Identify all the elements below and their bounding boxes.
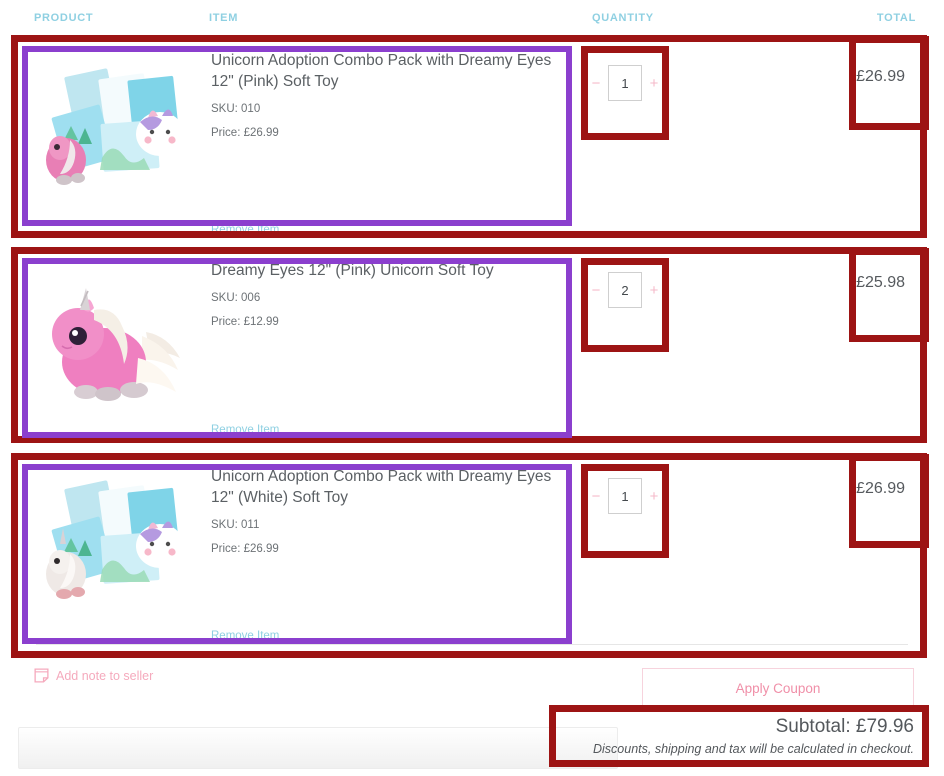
quantity-decrement-button[interactable]: − <box>591 76 601 91</box>
quantity-decrement-button[interactable]: − <box>591 283 601 298</box>
quantity-decrement-button[interactable]: − <box>591 489 601 504</box>
row-divider <box>36 644 908 645</box>
quantity-input[interactable]: 1 <box>608 478 642 514</box>
item-sku: SKU: 011 <box>211 519 260 531</box>
quantity-input[interactable]: 1 <box>608 65 642 101</box>
product-thumbnail[interactable] <box>36 48 196 206</box>
item-details: Unicorn Adoption Combo Pack with Dreamy … <box>211 466 561 566</box>
cart-page: PRODUCT ITEM QUANTITY TOTAL Unicorn Adop… <box>0 0 944 776</box>
remove-item-link[interactable]: Remove Item <box>211 424 279 436</box>
subtotal-note: Discounts, shipping and tax will be calc… <box>592 742 914 756</box>
column-header-item: ITEM <box>209 12 239 24</box>
item-sku: SKU: 010 <box>211 103 261 115</box>
product-thumbnail[interactable] <box>36 258 196 416</box>
item-title: Unicorn Adoption Combo Pack with Dreamy … <box>211 52 552 90</box>
item-title: Unicorn Adoption Combo Pack with Dreamy … <box>211 468 552 506</box>
row-total: £26.99 <box>856 480 905 497</box>
quantity-stepper[interactable]: − 2 + <box>591 272 659 308</box>
remove-item-link[interactable]: Remove Item <box>211 224 279 236</box>
note-icon <box>34 668 49 683</box>
column-header-quantity: QUANTITY <box>592 12 654 24</box>
item-title: Dreamy Eyes 12" (Pink) Unicorn Soft Toy <box>211 262 494 279</box>
note-textarea[interactable] <box>18 727 618 769</box>
subtotal-amount: Subtotal: £79.96 <box>775 716 914 737</box>
add-note-label: Add note to seller <box>56 668 154 683</box>
item-price: Price: £12.99 <box>211 316 279 328</box>
subtotal-block: Subtotal: £79.96 Discounts, shipping and… <box>593 715 914 759</box>
row-divider <box>36 237 908 238</box>
quantity-increment-button[interactable]: + <box>649 76 659 91</box>
item-price: Price: £26.99 <box>211 543 279 555</box>
quantity-stepper[interactable]: − 1 + <box>591 65 659 101</box>
add-note-to-seller-button[interactable]: Add note to seller <box>34 668 153 683</box>
column-header-product: PRODUCT <box>34 12 94 24</box>
apply-coupon-button[interactable]: Apply Coupon <box>642 668 914 708</box>
item-details: Dreamy Eyes 12" (Pink) Unicorn Soft Toy … <box>211 260 561 339</box>
quantity-stepper[interactable]: − 1 + <box>591 478 659 514</box>
table-row: Unicorn Adoption Combo Pack with Dreamy … <box>18 36 926 241</box>
table-row: Unicorn Adoption Combo Pack with Dreamy … <box>18 452 926 650</box>
row-total: £25.98 <box>856 274 905 291</box>
item-price: Price: £26.99 <box>211 127 279 139</box>
row-divider <box>36 438 908 439</box>
quantity-increment-button[interactable]: + <box>649 283 659 298</box>
quantity-increment-button[interactable]: + <box>649 489 659 504</box>
product-thumbnail[interactable] <box>36 464 196 622</box>
quantity-input[interactable]: 2 <box>608 272 642 308</box>
item-sku: SKU: 006 <box>211 292 261 304</box>
column-header-total: TOTAL <box>876 12 916 24</box>
row-total: £26.99 <box>856 68 905 85</box>
remove-item-link[interactable]: Remove Item <box>211 630 279 642</box>
item-details: Unicorn Adoption Combo Pack with Dreamy … <box>211 50 561 150</box>
table-row: Dreamy Eyes 12" (Pink) Unicorn Soft Toy … <box>18 246 926 444</box>
